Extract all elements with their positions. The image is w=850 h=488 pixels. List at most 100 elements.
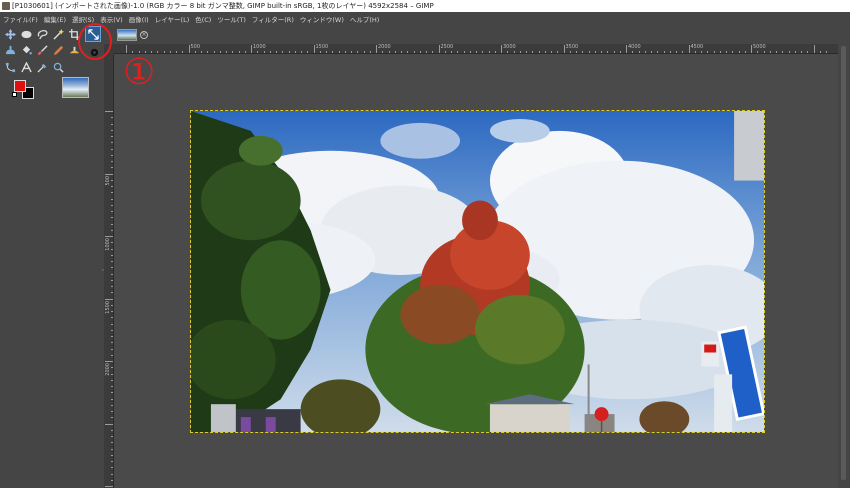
ruler-tick — [676, 51, 677, 53]
ruler-label: 3000 — [503, 44, 516, 50]
ruler-tick — [769, 51, 771, 53]
ruler-tick — [501, 45, 502, 53]
ruler-tick — [111, 167, 113, 169]
ruler-tick — [694, 51, 696, 53]
ruler-tick — [826, 51, 827, 53]
ruler-tick — [657, 51, 659, 53]
ruler-label: 4000 — [628, 44, 641, 50]
pencil-tool-icon[interactable] — [51, 43, 65, 57]
paintbrush-tool-icon[interactable] — [35, 43, 49, 57]
ruler-tick — [663, 51, 665, 53]
title-bar: [P1030601] (インポートされた画像)-1.0 (RGB カラー 8 b… — [0, 0, 850, 12]
bucket-fill-tool-icon[interactable] — [19, 43, 33, 57]
ruler-tick — [757, 51, 759, 53]
ruler-tick — [294, 51, 296, 53]
ruler-tick — [619, 51, 621, 53]
menu-bar: ファイル(F) 編集(E) 選択(S) 表示(V) 画像(I) レイヤー(L) … — [0, 12, 850, 26]
menu-filters[interactable]: フィルター(R) — [252, 14, 294, 24]
fuzzy-select-tool-icon[interactable] — [51, 27, 65, 41]
window-title: [P1030601] (インポートされた画像)-1.0 (RGB カラー 8 b… — [12, 2, 434, 10]
ruler-tick — [644, 51, 646, 53]
image-tab-strip: × — [104, 26, 850, 44]
ruler-tick — [651, 51, 652, 53]
annotation-number: ① — [123, 52, 156, 93]
ruler-label: 1000 — [253, 44, 266, 50]
ruler-tick — [111, 129, 113, 131]
free-select-tool-icon[interactable] — [35, 27, 49, 41]
ellipse-select-tool-icon[interactable] — [19, 27, 33, 41]
ruler-tick — [607, 51, 609, 53]
ruler-tick — [794, 51, 796, 53]
menu-file[interactable]: ファイル(F) — [3, 14, 38, 24]
image-tab-thumbnail — [117, 29, 137, 41]
ruler-tick — [638, 51, 640, 53]
ruler-tick — [751, 45, 752, 53]
scrollbar-thumb[interactable] — [841, 46, 846, 480]
ruler-tick — [569, 51, 571, 53]
menu-colors[interactable]: 色(C) — [195, 14, 211, 24]
horizontal-ruler[interactable]: 500 1000 1500 2000 2500 3000 3500 4000 4500 5000 — [114, 44, 838, 54]
ruler-tick — [682, 51, 684, 53]
ruler-tick — [744, 51, 746, 53]
ruler-tick — [111, 273, 113, 275]
ruler-tick — [551, 51, 552, 53]
ruler-tick — [111, 461, 113, 462]
ruler-tick — [507, 51, 509, 53]
ruler-tick — [388, 51, 390, 53]
ruler-tick — [111, 342, 113, 344]
menu-help[interactable]: ヘルプ(H) — [350, 14, 379, 24]
menu-image[interactable]: 画像(I) — [129, 14, 149, 24]
ruler-tick — [532, 51, 534, 53]
ruler-tick — [632, 51, 634, 53]
ruler-tick — [111, 198, 113, 200]
foreground-color-swatch[interactable] — [14, 80, 26, 92]
ruler-tick — [707, 51, 709, 53]
ruler-label: 500 — [190, 44, 201, 50]
image-tab[interactable]: × — [117, 27, 148, 43]
ruler-tick — [111, 279, 113, 281]
path-tool-icon[interactable] — [3, 60, 17, 74]
text-tool-icon[interactable] — [19, 60, 33, 74]
menu-edit[interactable]: 編集(E) — [44, 14, 66, 24]
menu-windows[interactable]: ウィンドウ(W) — [300, 14, 344, 24]
default-colors-icon[interactable] — [12, 92, 17, 97]
menu-view[interactable]: 表示(V) — [100, 14, 123, 24]
photo-image[interactable] — [190, 110, 765, 433]
ruler-tick — [713, 51, 715, 53]
ruler-tick — [488, 51, 490, 53]
ruler-tick — [263, 51, 265, 53]
ruler-tick — [807, 51, 809, 53]
ruler-tick — [819, 51, 821, 53]
ruler-tick — [111, 154, 113, 156]
menu-tools[interactable]: ツール(T) — [217, 14, 246, 24]
ruler-tick — [207, 51, 209, 53]
vertical-scrollbar[interactable] — [838, 44, 850, 488]
ruler-tick — [432, 51, 434, 53]
ruler-tick — [111, 117, 113, 119]
ruler-tick — [111, 336, 113, 337]
ruler-tick — [476, 51, 477, 53]
move-tool-icon[interactable] — [3, 27, 17, 41]
color-picker-tool-icon[interactable] — [35, 60, 49, 74]
ruler-tick — [105, 486, 113, 487]
ruler-label: 2000 — [378, 44, 391, 50]
ruler-tick — [176, 51, 177, 53]
close-icon[interactable]: × — [140, 31, 148, 39]
ruler-tick — [226, 51, 227, 53]
ruler-label: 3500 — [565, 44, 579, 50]
ruler-tick — [401, 51, 402, 53]
image-canvas[interactable] — [114, 54, 838, 488]
active-image-thumbnail[interactable] — [62, 77, 89, 98]
clone-tool-icon[interactable] — [3, 43, 17, 57]
ruler-tick — [801, 51, 802, 53]
ruler-tick — [526, 51, 527, 53]
vertical-ruler[interactable]: 500 1000 1500 2000 — [104, 54, 114, 488]
ruler-tick — [451, 51, 452, 53]
ruler-tick — [426, 51, 427, 53]
zoom-tool-icon[interactable] — [51, 60, 65, 74]
ruler-tick — [105, 298, 113, 300]
menu-layer[interactable]: レイヤー(L) — [155, 14, 190, 24]
ruler-tick — [519, 51, 521, 53]
ruler-tick — [111, 229, 113, 231]
ruler-tick — [111, 454, 113, 456]
